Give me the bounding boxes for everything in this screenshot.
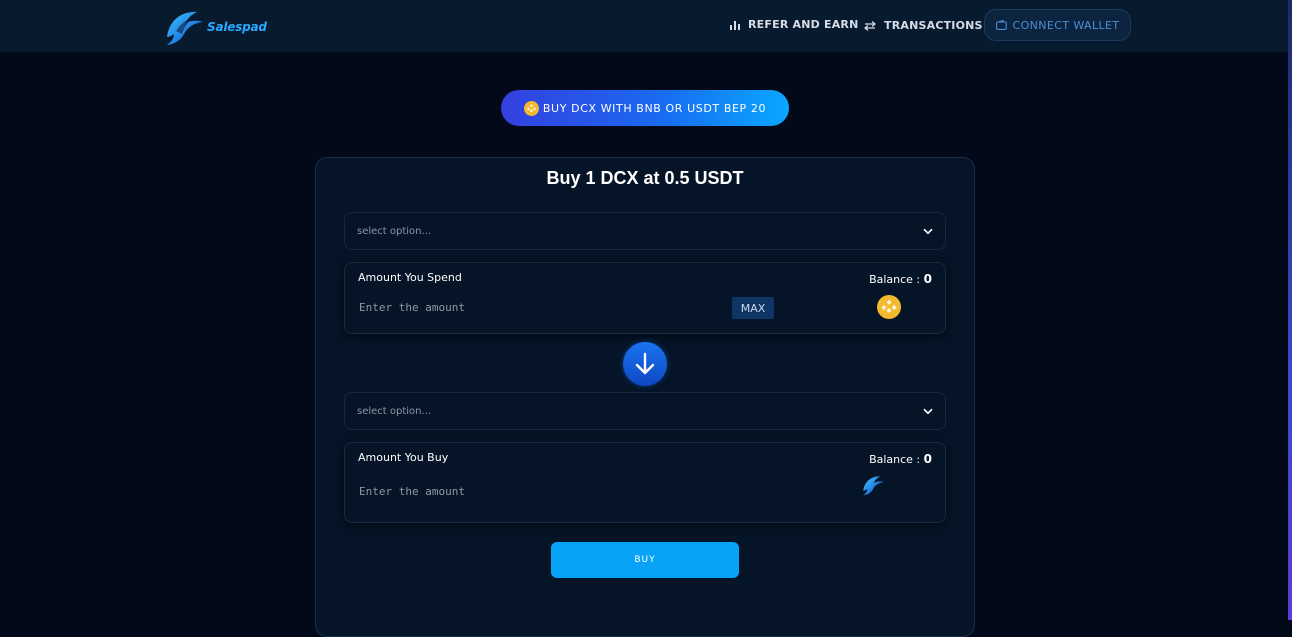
- receive-balance-value: 0: [923, 452, 932, 466]
- connect-wallet-label: CONNECT WALLET: [1012, 18, 1120, 32]
- nav-transactions-label: TRANSACTIONS: [884, 19, 983, 32]
- spend-balance-label: Balance :: [869, 273, 924, 286]
- banner-label: BUY DCX WITH BNB OR USDT BEP 20: [542, 101, 767, 115]
- receive-balance: Balance : 0: [869, 452, 932, 466]
- bnb-icon: [877, 295, 901, 319]
- connect-wallet-button[interactable]: CONNECT WALLET: [984, 9, 1131, 41]
- buy-button[interactable]: BUY: [551, 542, 739, 578]
- brand-name: Salespad: [207, 20, 267, 34]
- receive-amount-input[interactable]: [359, 485, 659, 498]
- receive-amount-panel: Amount You Buy Balance : 0: [344, 442, 946, 523]
- from-token-select[interactable]: select option...: [344, 212, 946, 250]
- buy-with-banner: BUY DCX WITH BNB OR USDT BEP 20: [501, 90, 789, 126]
- max-button[interactable]: MAX: [732, 297, 774, 319]
- to-select-placeholder: select option...: [357, 405, 432, 417]
- page-edge-accent: [1288, 0, 1292, 620]
- dcx-icon: [863, 476, 884, 496]
- spend-balance-value: 0: [923, 272, 932, 286]
- bar-chart-icon: [730, 20, 740, 30]
- chevron-down-icon: [923, 408, 933, 414]
- receive-balance-label: Balance :: [869, 453, 924, 466]
- spend-amount-panel: Amount You Spend Balance : 0 MAX: [344, 262, 946, 334]
- nav-refer-label: REFER AND EARN: [748, 18, 859, 31]
- to-token-select[interactable]: select option...: [344, 392, 946, 430]
- nav-refer-and-earn[interactable]: REFER AND EARN: [730, 18, 859, 31]
- swap-arrows-icon: [864, 20, 876, 31]
- brand-logo[interactable]: Salespad: [163, 7, 267, 47]
- wallet-icon: [995, 20, 1007, 30]
- nav-transactions[interactable]: TRANSACTIONS: [864, 19, 983, 32]
- spend-label: Amount You Spend: [358, 271, 462, 284]
- chevron-down-icon: [923, 228, 933, 234]
- receive-label: Amount You Buy: [358, 451, 449, 464]
- salespad-logo-icon: [167, 11, 203, 45]
- swap-direction-button[interactable]: [623, 342, 667, 386]
- top-navbar: Salespad REFER AND EARN TRANSACTIONS CON…: [0, 0, 1288, 52]
- from-select-placeholder: select option...: [357, 225, 432, 237]
- spend-amount-input[interactable]: [359, 301, 659, 314]
- spend-balance: Balance : 0: [869, 272, 932, 286]
- card-title: Buy 1 DCX at 0.5 USDT: [546, 168, 744, 188]
- arrow-down-icon: [635, 352, 655, 375]
- bnb-icon: [523, 100, 539, 116]
